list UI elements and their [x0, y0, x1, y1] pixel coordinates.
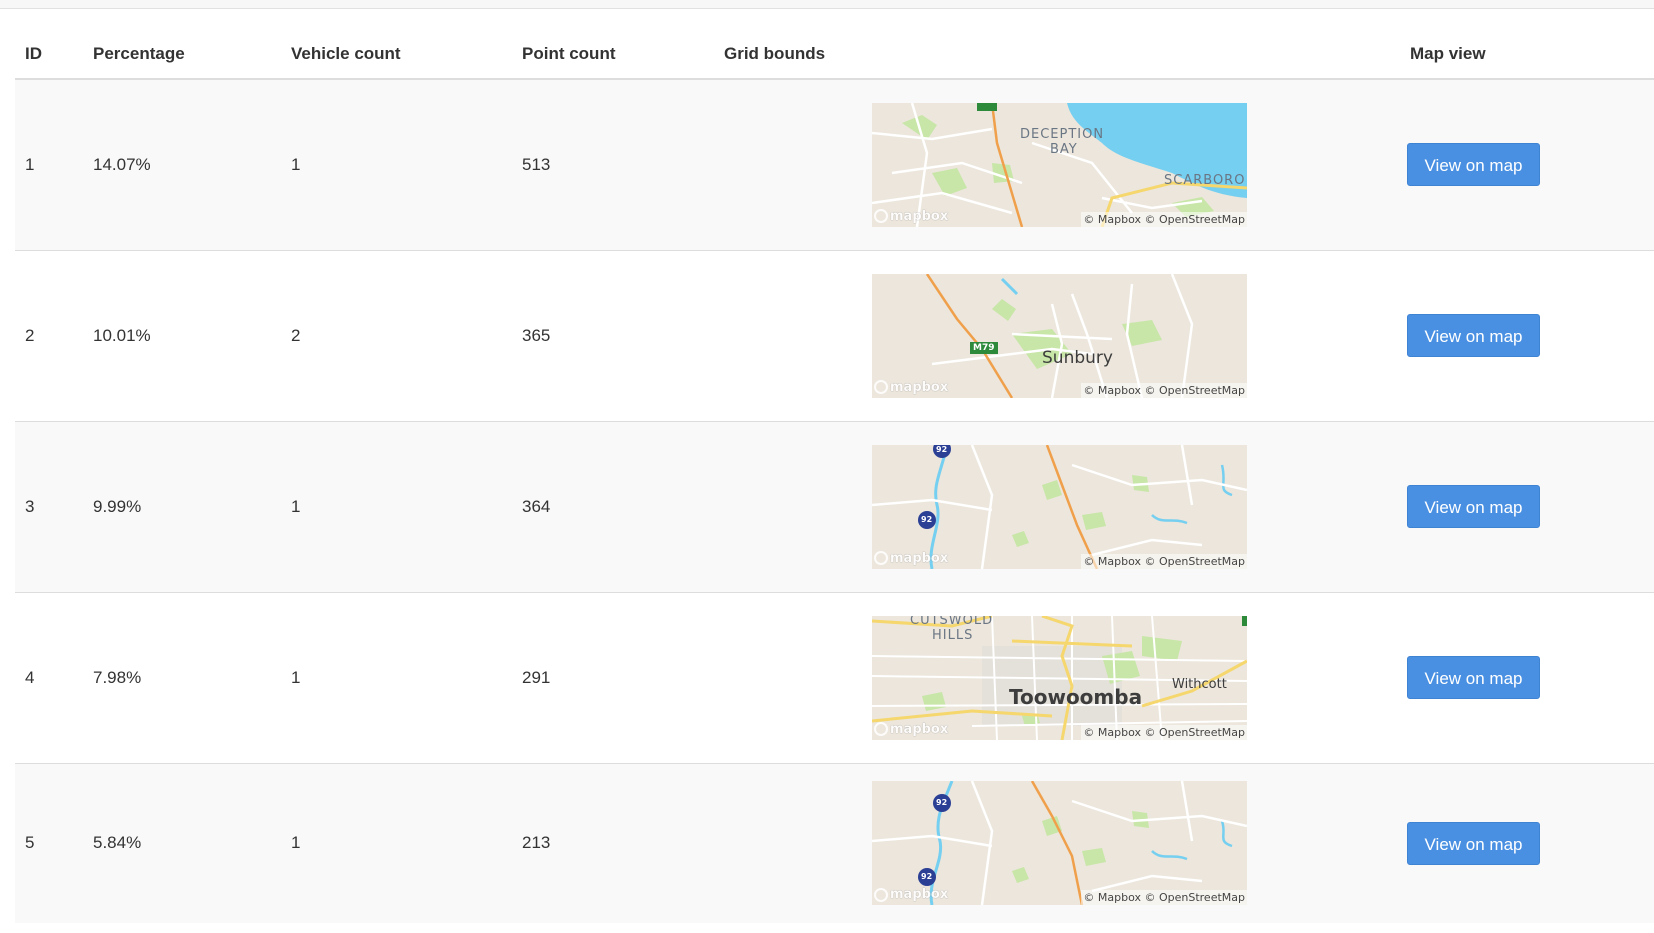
map-thumbnail: M79 Sunbury mapbox © Mapbox © OpenStreet…: [872, 273, 1247, 398]
cell-point-count: 291: [512, 591, 714, 763]
mapbox-logo[interactable]: mapbox: [874, 380, 948, 395]
cell-grid-bounds: 92 92 mapbox © Mapbox © OpenStreetMap: [714, 762, 1400, 923]
map-attribution[interactable]: © Mapbox © OpenStreetMap: [1081, 724, 1247, 740]
top-toolbar-strip: [0, 0, 1654, 9]
mapbox-logo[interactable]: mapbox: [874, 887, 948, 902]
mapbox-logo[interactable]: mapbox: [874, 722, 948, 737]
route-shield-92: 92: [936, 798, 948, 808]
map-label: SCARBORO: [1164, 172, 1246, 188]
map-thumbnail: DECEPTION BAY SCARBORO mapbox © Mapbox ©…: [872, 102, 1247, 227]
map-label: HILLS: [932, 627, 974, 643]
map-thumbnail: 92 92 mapbox © Mapbox © OpenStreetMap: [872, 444, 1247, 569]
view-on-map-button[interactable]: View on map: [1407, 656, 1540, 699]
cell-grid-bounds: DECEPTION BAY SCARBORO mapbox © Mapbox ©…: [714, 79, 1400, 250]
map-label: Toowoomba: [1009, 684, 1143, 709]
cell-grid-bounds: 92 92 mapbox © Mapbox © OpenStreetMap: [714, 420, 1400, 592]
header-point-count[interactable]: Point count: [512, 40, 714, 80]
view-on-map-button[interactable]: View on map: [1407, 821, 1540, 865]
header-grid-bounds[interactable]: Grid bounds: [714, 40, 1400, 80]
cell-percentage: 9.99%: [83, 420, 281, 592]
cell-id: 4: [15, 591, 83, 763]
map-attribution[interactable]: © Mapbox © OpenStreetMap: [1081, 890, 1247, 906]
cell-map-view: View on map: [1400, 79, 1654, 250]
map-label: Sunbury: [1042, 347, 1113, 368]
header-vehicle-count[interactable]: Vehicle count: [281, 40, 512, 80]
header-id[interactable]: ID: [15, 40, 83, 80]
map-label: BAY: [1050, 141, 1078, 157]
cell-point-count: 213: [512, 762, 714, 923]
view-on-map-button[interactable]: View on map: [1407, 143, 1540, 187]
table-row: 3 9.99% 1 364 92 92 mapbox © Mapbox © Op…: [15, 420, 1654, 592]
mapbox-logo[interactable]: mapbox: [874, 551, 948, 566]
cell-map-view: View on map: [1400, 591, 1654, 763]
cell-percentage: 14.07%: [83, 79, 281, 250]
map-thumbnail: 92 92 mapbox © Mapbox © OpenStreetMap: [872, 781, 1247, 906]
route-shield-92: 92: [921, 514, 933, 524]
cell-vehicle-count: 1: [281, 79, 512, 250]
cell-id: 2: [15, 249, 83, 421]
view-on-map-button[interactable]: View on map: [1407, 485, 1540, 528]
cell-id: 5: [15, 762, 83, 923]
map-label: CUTSWOLD: [910, 615, 994, 628]
cell-grid-bounds: M79 Sunbury mapbox © Mapbox © OpenStreet…: [714, 249, 1400, 421]
table-row: 4 7.98% 1 291 CUTSWOLD HILLS Toowoomba W…: [15, 591, 1654, 763]
mapbox-logo[interactable]: mapbox: [874, 209, 948, 224]
cell-point-count: 365: [512, 249, 714, 421]
map-label: DECEPTION: [1020, 126, 1105, 142]
view-on-map-button[interactable]: View on map: [1407, 314, 1540, 357]
cell-map-view: View on map: [1400, 249, 1654, 421]
route-shield-92: 92: [921, 872, 933, 882]
header-map-view[interactable]: Map view: [1400, 40, 1654, 80]
cell-vehicle-count: 2: [281, 249, 512, 421]
map-thumbnail: CUTSWOLD HILLS Toowoomba Withcott mapbox…: [872, 615, 1247, 740]
map-attribution[interactable]: © Mapbox © OpenStreetMap: [1081, 553, 1247, 569]
cell-id: 3: [15, 420, 83, 592]
map-attribution[interactable]: © Mapbox © OpenStreetMap: [1081, 211, 1247, 227]
route-shield-m79: M79: [973, 342, 995, 353]
cell-point-count: 513: [512, 79, 714, 250]
cell-grid-bounds: CUTSWOLD HILLS Toowoomba Withcott mapbox…: [714, 591, 1400, 763]
cell-vehicle-count: 1: [281, 420, 512, 592]
map-label: Withcott: [1172, 676, 1227, 692]
map-attribution[interactable]: © Mapbox © OpenStreetMap: [1081, 382, 1247, 398]
table-row: 1 14.07% 1 513 DECEPTION BAY SCARBORO ma…: [15, 79, 1654, 250]
cell-vehicle-count: 1: [281, 591, 512, 763]
cell-percentage: 7.98%: [83, 591, 281, 763]
cell-map-view: View on map: [1400, 420, 1654, 592]
route-shield-92: 92: [936, 444, 948, 454]
table-row: 5 5.84% 1 213 92 92 mapbox © Mapbox © Op…: [15, 762, 1654, 923]
cell-percentage: 10.01%: [83, 249, 281, 421]
table-header-row: ID Percentage Vehicle count Point count …: [15, 40, 1654, 80]
cell-vehicle-count: 1: [281, 762, 512, 923]
grid-cells-table: ID Percentage Vehicle count Point count …: [15, 40, 1654, 923]
cell-percentage: 5.84%: [83, 762, 281, 923]
cell-point-count: 364: [512, 420, 714, 592]
cell-map-view: View on map: [1400, 762, 1654, 923]
header-percentage[interactable]: Percentage: [83, 40, 281, 80]
table-row: 2 10.01% 2 365 M79 Sunbury mapbox © Mapb…: [15, 249, 1654, 421]
cell-id: 1: [15, 79, 83, 250]
